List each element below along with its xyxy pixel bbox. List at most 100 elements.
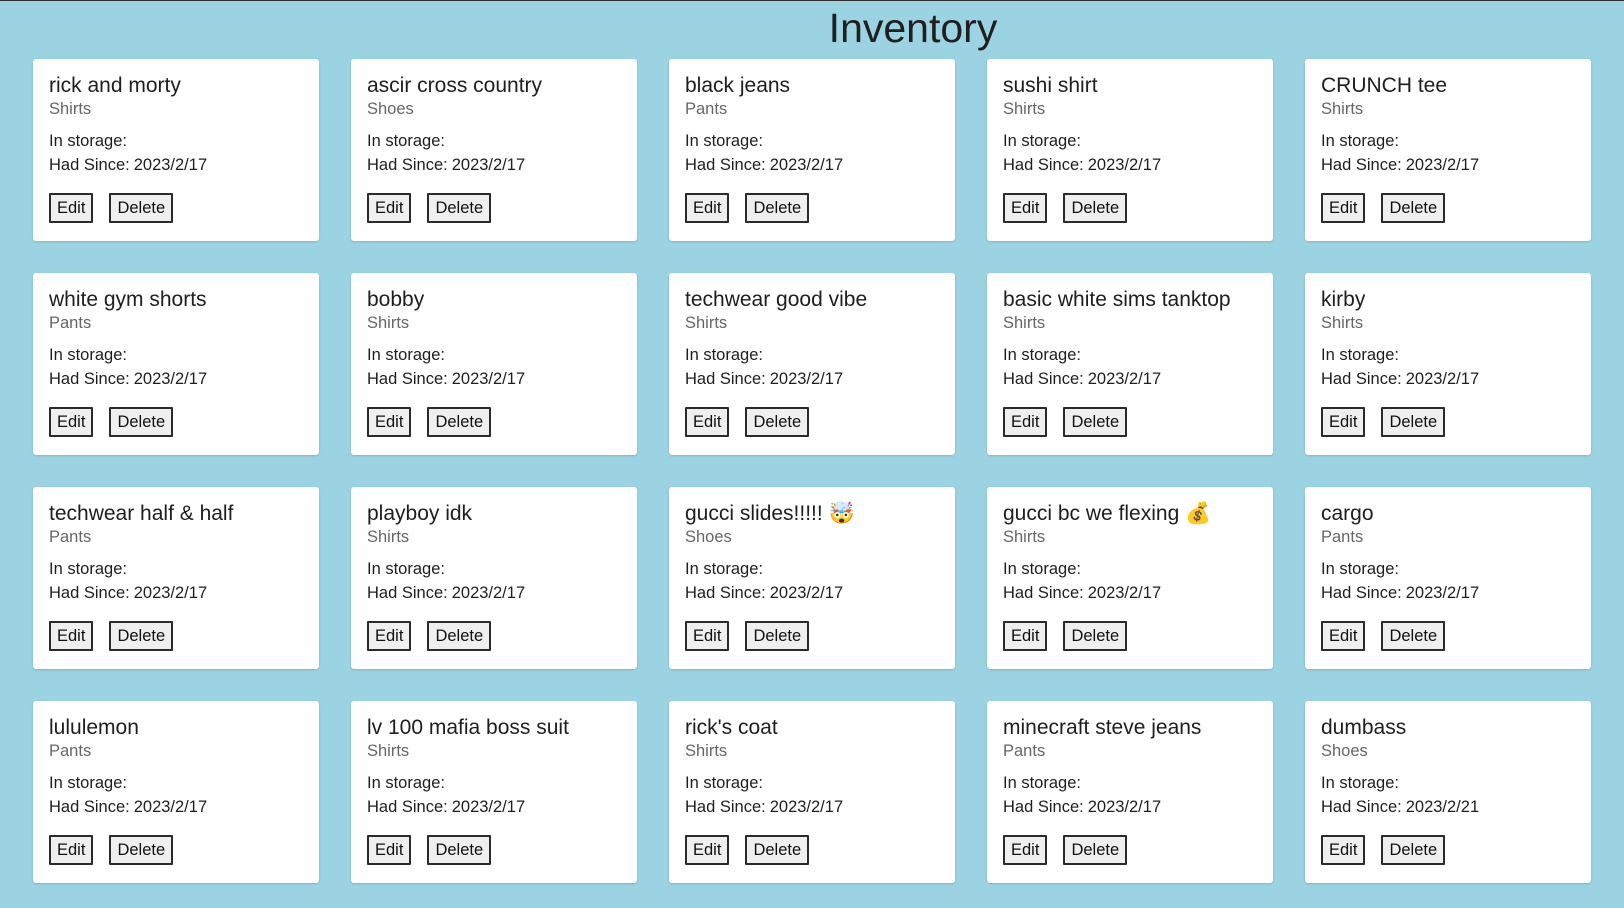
item-had-since: Had Since: 2023/2/17 — [1003, 367, 1257, 391]
delete-button[interactable]: Delete — [427, 835, 492, 865]
item-had-since: Had Since: 2023/2/17 — [367, 795, 621, 819]
item-category: Shirts — [49, 100, 92, 118]
edit-button[interactable]: Edit — [1321, 621, 1366, 651]
item-storage: In storage: — [367, 771, 621, 795]
had-since-value: 2023/2/21 — [1405, 798, 1480, 816]
edit-button[interactable]: Edit — [49, 407, 94, 437]
delete-button[interactable]: Delete — [1063, 835, 1128, 865]
delete-button[interactable]: Delete — [109, 407, 174, 437]
item-storage: In storage: — [685, 343, 939, 367]
item-name: ascir cross country — [367, 74, 543, 97]
card-actions: Edit Delete — [1321, 407, 1446, 437]
item-category: Shirts — [367, 314, 410, 332]
delete-button[interactable]: Delete — [427, 621, 492, 651]
delete-button[interactable]: Delete — [109, 193, 174, 223]
delete-button[interactable]: Delete — [745, 835, 810, 865]
item-name: minecraft steve jeans — [1003, 716, 1202, 739]
edit-button[interactable]: Edit — [49, 621, 94, 651]
edit-button[interactable]: Edit — [367, 835, 412, 865]
card-actions: Edit Delete — [1003, 407, 1128, 437]
inventory-card: cargo Pants In storage: Had Since: 2023/2… — [1305, 487, 1591, 669]
card-actions: Edit Delete — [49, 407, 174, 437]
had-since-value: 2023/2/17 — [769, 584, 844, 602]
had-since-label: Had Since: — [367, 584, 448, 602]
item-category: Shoes — [367, 100, 414, 118]
item-storage: In storage: — [49, 129, 303, 153]
item-had-since: Had Since: 2023/2/17 — [685, 795, 939, 819]
edit-button[interactable]: Edit — [685, 835, 730, 865]
edit-button[interactable]: Edit — [1003, 835, 1048, 865]
edit-button[interactable]: Edit — [1321, 835, 1366, 865]
item-had-since: Had Since: 2023/2/17 — [49, 581, 303, 605]
inventory-card: black jeans Pants In storage: Had Since:… — [669, 59, 955, 241]
card-actions: Edit Delete — [367, 835, 492, 865]
edit-button[interactable]: Edit — [685, 621, 730, 651]
had-since-label: Had Since: — [367, 156, 448, 174]
card-actions: Edit Delete — [1321, 621, 1446, 651]
had-since-label: Had Since: — [685, 584, 766, 602]
item-category: Pants — [1321, 528, 1364, 546]
item-had-since: Had Since: 2023/2/17 — [1321, 367, 1575, 391]
item-name: gucci slides!!!!! 🤯 — [685, 502, 855, 525]
delete-button[interactable]: Delete — [1063, 193, 1128, 223]
item-had-since: Had Since: 2023/2/17 — [49, 367, 303, 391]
inventory-card: techwear good vibe Shirts In storage: Ha… — [669, 273, 955, 455]
edit-button[interactable]: Edit — [1321, 193, 1366, 223]
inventory-card: playboy idk Shirts In storage: Had Since… — [351, 487, 637, 669]
card-actions: Edit Delete — [49, 621, 174, 651]
item-had-since: Had Since: 2023/2/17 — [1003, 581, 1257, 605]
edit-button[interactable]: Edit — [367, 621, 412, 651]
delete-button[interactable]: Delete — [745, 621, 810, 651]
delete-button[interactable]: Delete — [427, 407, 492, 437]
delete-button[interactable]: Delete — [1063, 621, 1128, 651]
had-since-label: Had Since: — [685, 370, 766, 388]
delete-button[interactable]: Delete — [1063, 407, 1128, 437]
delete-button[interactable]: Delete — [1381, 407, 1446, 437]
item-name: CRUNCH tee — [1321, 74, 1448, 97]
had-since-label: Had Since: — [1003, 798, 1084, 816]
edit-button[interactable]: Edit — [367, 407, 412, 437]
card-actions: Edit Delete — [1003, 835, 1128, 865]
item-name: basic white sims tanktop — [1003, 288, 1231, 311]
inventory-card: lululemon Pants In storage: Had Since: 20… — [33, 701, 319, 883]
delete-button[interactable]: Delete — [1381, 621, 1446, 651]
delete-button[interactable]: Delete — [1381, 193, 1446, 223]
delete-button[interactable]: Delete — [745, 193, 810, 223]
delete-button[interactable]: Delete — [109, 835, 174, 865]
item-had-since: Had Since: 2023/2/17 — [1321, 581, 1575, 605]
edit-button[interactable]: Edit — [1321, 407, 1366, 437]
delete-button[interactable]: Delete — [427, 193, 492, 223]
inventory-card: gucci slides!!!!! 🤯 Shoes In storage: Ha… — [669, 487, 955, 669]
inventory-card: sushi shirt Shirts In storage: Had Since… — [987, 59, 1273, 241]
edit-button[interactable]: Edit — [685, 193, 730, 223]
had-since-value: 2023/2/17 — [451, 370, 526, 388]
inventory-card: rick's coat Shirts In storage: Had Since… — [669, 701, 955, 883]
item-storage: In storage: — [1321, 343, 1575, 367]
had-since-value: 2023/2/17 — [1405, 370, 1480, 388]
item-category: Pants — [49, 314, 92, 332]
edit-button[interactable]: Edit — [367, 193, 412, 223]
edit-button[interactable]: Edit — [1003, 407, 1048, 437]
storage-label: In storage: — [367, 560, 445, 578]
edit-button[interactable]: Edit — [1003, 621, 1048, 651]
item-category: Shirts — [1321, 100, 1364, 118]
edit-button[interactable]: Edit — [685, 407, 730, 437]
had-since-value: 2023/2/17 — [769, 370, 844, 388]
edit-button[interactable]: Edit — [1003, 193, 1048, 223]
item-had-since: Had Since: 2023/2/17 — [685, 581, 939, 605]
edit-button[interactable]: Edit — [49, 835, 94, 865]
delete-button[interactable]: Delete — [1381, 835, 1446, 865]
had-since-value: 2023/2/17 — [133, 370, 208, 388]
had-since-label: Had Since: — [49, 584, 130, 602]
had-since-label: Had Since: — [1003, 156, 1084, 174]
storage-label: In storage: — [1321, 774, 1399, 792]
delete-button[interactable]: Delete — [109, 621, 174, 651]
edit-button[interactable]: Edit — [49, 193, 94, 223]
item-storage: In storage: — [1321, 129, 1575, 153]
delete-button[interactable]: Delete — [745, 407, 810, 437]
item-had-since: Had Since: 2023/2/17 — [685, 367, 939, 391]
item-category: Shirts — [1321, 314, 1364, 332]
item-had-since: Had Since: 2023/2/17 — [1003, 153, 1257, 177]
card-actions: Edit Delete — [49, 835, 174, 865]
item-name: dumbass — [1321, 716, 1407, 739]
